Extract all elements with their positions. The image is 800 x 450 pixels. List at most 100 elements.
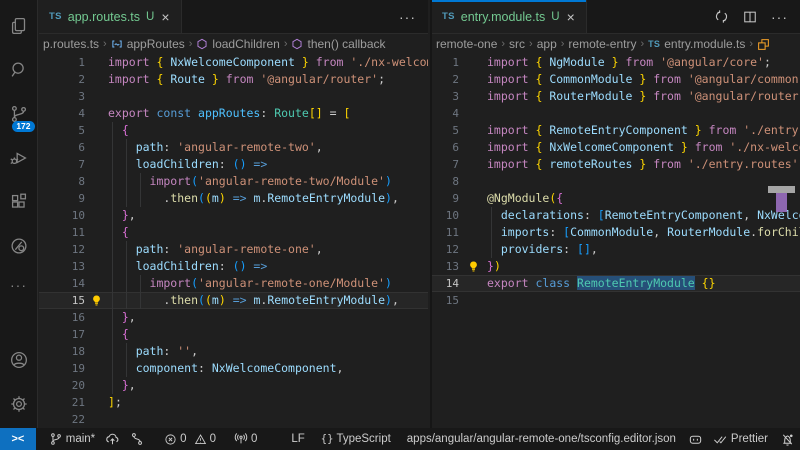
close-tab-icon[interactable]: × xyxy=(566,10,576,24)
run-debug-icon[interactable] xyxy=(0,136,38,180)
code-line[interactable]: 4export const appRoutes: Route[] = [ xyxy=(39,105,428,122)
problems-status[interactable]: 0 0 xyxy=(159,428,221,450)
account-icon[interactable] xyxy=(0,338,38,382)
code-line[interactable]: 14export class RemoteEntryModule {} xyxy=(432,275,800,292)
split-editor-icon[interactable] xyxy=(743,10,757,24)
explorer-icon[interactable] xyxy=(0,4,38,48)
code-line[interactable]: 16 }, xyxy=(39,309,428,326)
breadcrumb-item[interactable]: remote-entry xyxy=(568,37,636,51)
lightbulb-icon[interactable] xyxy=(459,260,487,273)
notifications-icon[interactable] xyxy=(775,428,800,450)
line-number: 6 xyxy=(39,139,85,156)
remote-indicator[interactable]: >< xyxy=(0,428,36,450)
code-line[interactable]: 6 path: 'angular-remote-two', xyxy=(39,139,428,156)
code-line[interactable]: 4 xyxy=(432,105,800,122)
more-actions-icon[interactable]: ··· xyxy=(399,9,416,25)
breadcrumb-item[interactable]: appRoutes xyxy=(111,37,185,51)
tab-filename: app.routes.ts xyxy=(68,10,140,24)
code-area-left[interactable]: 1import { NxWelcomeComponent } from './n… xyxy=(39,54,428,428)
code-line[interactable]: 19 component: NxWelcomeComponent, xyxy=(39,360,428,377)
breadcrumb-item[interactable]: then() callback xyxy=(291,37,385,51)
git-branch-status[interactable]: main* xyxy=(44,428,100,450)
code-line[interactable]: 7import { remoteRoutes } from './entry.r… xyxy=(432,156,800,173)
code-text: imports: [CommonModule, RouterModule.for… xyxy=(487,224,800,241)
code-text: import { RemoteEntryComponent } from './… xyxy=(487,122,800,139)
copilot-icon[interactable] xyxy=(683,428,708,450)
search-icon[interactable] xyxy=(0,48,38,92)
code-line[interactable]: 2import { CommonModule } from '@angular/… xyxy=(432,71,800,88)
line-number: 7 xyxy=(432,156,459,173)
code-text: ]; xyxy=(108,394,122,411)
code-line[interactable]: 6import { NxWelcomeComponent } from './n… xyxy=(432,139,800,156)
code-line[interactable]: 17 { xyxy=(39,326,428,343)
line-number: 1 xyxy=(39,54,85,71)
code-line[interactable]: 8 import('angular-remote-two/Module') xyxy=(39,173,428,190)
line-number: 3 xyxy=(39,88,85,105)
code-line[interactable]: 11 { xyxy=(39,224,428,241)
code-line[interactable]: 3 xyxy=(39,88,428,105)
formatter-status[interactable]: Prettier xyxy=(708,428,773,450)
breadcrumb-item[interactable]: app xyxy=(537,37,557,51)
ports-count: 0 xyxy=(251,433,257,445)
breadcrumb-item[interactable]: p.routes.ts xyxy=(43,37,99,51)
code-line[interactable]: 12 path: 'angular-remote-one', xyxy=(39,241,428,258)
code-line[interactable]: 5import { RemoteEntryComponent } from '.… xyxy=(432,122,800,139)
tab-entry-module[interactable]: TS entry.module.ts U × xyxy=(432,0,587,33)
code-line[interactable]: 22 xyxy=(39,411,428,428)
breadcrumb-item[interactable]: loadChildren xyxy=(196,37,279,51)
code-line[interactable]: 7 loadChildren: () => xyxy=(39,156,428,173)
nx-console-icon[interactable] xyxy=(0,224,38,268)
code-text: declarations: [RemoteEntryComponent, NxW… xyxy=(487,207,800,224)
extensions-icon[interactable] xyxy=(0,180,38,224)
code-line[interactable]: 5 { xyxy=(39,122,428,139)
line-number: 15 xyxy=(432,292,459,309)
open-changes-icon[interactable] xyxy=(714,9,729,24)
line-number: 7 xyxy=(39,156,85,173)
language-mode[interactable]: {} TypeScript xyxy=(316,428,396,450)
code-line[interactable]: 2import { Route } from '@angular/router'… xyxy=(39,71,428,88)
code-line[interactable]: 1import { NgModule } from '@angular/core… xyxy=(432,54,800,71)
breadcrumb-separator: › xyxy=(528,38,534,50)
breadcrumb-item[interactable]: src xyxy=(509,37,525,51)
code-text: import { RouterModule } from '@angular/r… xyxy=(487,88,800,105)
publish-changes-icon[interactable] xyxy=(100,428,125,450)
method-symbol-icon xyxy=(196,38,208,50)
close-tab-icon[interactable]: × xyxy=(160,10,170,24)
code-line[interactable]: 20 }, xyxy=(39,377,428,394)
code-line[interactable]: 18 path: '', xyxy=(39,343,428,360)
code-line[interactable]: 15 .then((m) => m.RemoteEntryModule), xyxy=(39,292,428,309)
tsconfig-path[interactable]: apps/angular/angular-remote-one/tsconfig… xyxy=(402,428,681,450)
code-line[interactable]: 9 .then((m) => m.RemoteEntryModule), xyxy=(39,190,428,207)
code-line[interactable]: 14 import('angular-remote-one/Module') xyxy=(39,275,428,292)
git-graph-icon[interactable] xyxy=(125,428,149,450)
breadcrumb-item[interactable]: remote-one xyxy=(436,37,497,51)
eol-indicator[interactable]: LF xyxy=(286,428,309,450)
code-line[interactable]: 3import { RouterModule } from '@angular/… xyxy=(432,88,800,105)
more-actions-icon[interactable]: ··· xyxy=(771,9,788,25)
more-views-icon[interactable]: ··· xyxy=(0,268,38,302)
code-line[interactable]: 1import { NxWelcomeComponent } from './n… xyxy=(39,54,428,71)
code-line[interactable]: 12 providers: [], xyxy=(432,241,800,258)
lightbulb-icon[interactable] xyxy=(85,294,108,307)
settings-gear-icon[interactable] xyxy=(0,382,38,426)
code-line[interactable]: 15 xyxy=(432,292,800,309)
breadcrumb-item[interactable]: TSentry.module.ts xyxy=(648,37,745,51)
source-control-icon[interactable]: 172 xyxy=(0,92,38,136)
line-number: 17 xyxy=(39,326,85,343)
code-line[interactable]: 10 }, xyxy=(39,207,428,224)
braces-icon: {} xyxy=(321,433,334,445)
tab-app-routes[interactable]: TS app.routes.ts U × xyxy=(39,0,182,33)
breadcrumb-item[interactable] xyxy=(757,38,770,51)
code-area-right[interactable]: 1import { NgModule } from '@angular/core… xyxy=(432,54,800,309)
code-line[interactable]: 10 declarations: [RemoteEntryComponent, … xyxy=(432,207,800,224)
activity-bar: 172 ··· xyxy=(0,0,38,428)
code-line[interactable]: 9@NgModule({ xyxy=(432,190,800,207)
forwarded-ports-status[interactable]: 0 xyxy=(229,428,262,450)
code-line[interactable]: 13 loadChildren: () => xyxy=(39,258,428,275)
line-number: 21 xyxy=(39,394,85,411)
code-line[interactable]: 8 xyxy=(432,173,800,190)
code-line[interactable]: 11 imports: [CommonModule, RouterModule.… xyxy=(432,224,800,241)
git-untracked-badge: U xyxy=(551,11,559,23)
code-line[interactable]: 13}) xyxy=(432,258,800,275)
code-line[interactable]: 21]; xyxy=(39,394,428,411)
